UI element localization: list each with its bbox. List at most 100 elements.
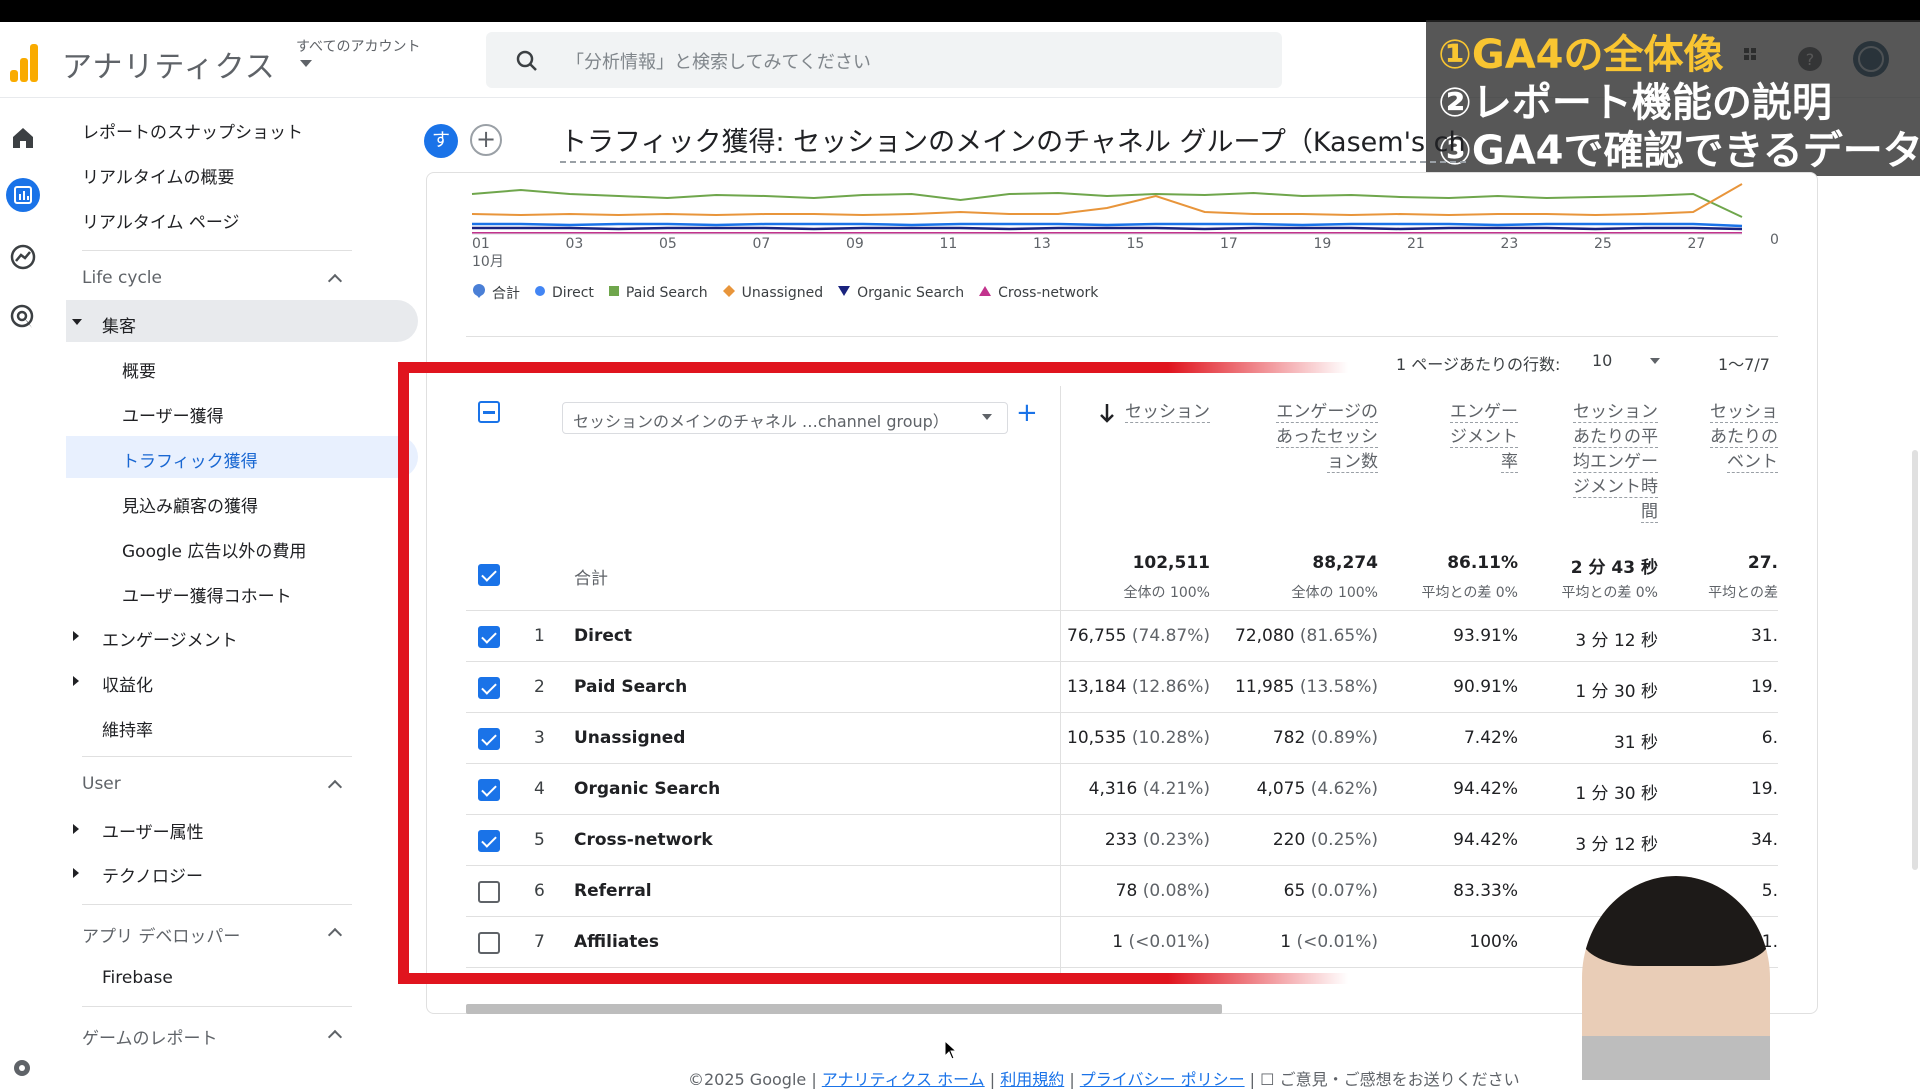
page-title[interactable]: トラフィック獲得: セッションのメインのチャネル グループ（Kasem's ch — [560, 120, 1466, 163]
app-title: アナリティクス — [62, 50, 276, 85]
metric-cell: 65 (0.07%) — [1284, 881, 1378, 901]
analytics-logo-icon[interactable] — [8, 42, 42, 82]
metric-cell: 782 (0.89%) — [1273, 728, 1378, 748]
sidebar-item-user-acquisition[interactable]: ユーザー獲得 — [122, 402, 224, 427]
metric-cell: 34. — [1751, 830, 1778, 850]
account-caret-icon[interactable] — [300, 60, 312, 67]
search-box[interactable]: 「分析情報」と検索してみてください — [486, 32, 1282, 88]
sidebar-divider — [82, 250, 352, 251]
vertical-scrollbar[interactable] — [1912, 450, 1918, 870]
column-header-text: エンゲージの — [1276, 402, 1378, 423]
column-header-text: ジメント時 — [1573, 477, 1658, 498]
legend-item[interactable]: Direct — [534, 285, 594, 301]
sidebar-item-engagement[interactable]: エンゲージメント — [102, 626, 238, 651]
metric-percent: (81.65%) — [1299, 626, 1378, 646]
caret-right-icon[interactable] — [73, 824, 79, 834]
total-value: 2 分 43 秒 — [1570, 558, 1658, 578]
explore-icon[interactable] — [10, 244, 36, 270]
sidebar-item-retention[interactable]: 維持率 — [102, 716, 153, 741]
metric-cell: 1 分 30 秒 — [1575, 779, 1658, 804]
rows-per-page-select[interactable]: 10 — [1592, 351, 1612, 370]
total-value: 27. — [1747, 553, 1778, 573]
page-footer: ©2025 Google | アナリティクス ホーム | 利用規約 | プライバ… — [688, 1070, 1520, 1089]
total-subtext: 平均との差 0% — [1421, 585, 1518, 601]
legend-item[interactable]: Paid Search — [608, 285, 708, 301]
comparison-avatar[interactable]: す — [424, 124, 458, 158]
metric-value: 7.42% — [1463, 728, 1518, 748]
metric-value: 93.91% — [1453, 626, 1518, 646]
metric-value: 65 — [1283, 881, 1306, 901]
sidebar-item-acq-overview[interactable]: 概要 — [122, 357, 156, 382]
column-header-text: ジメント — [1450, 427, 1518, 448]
metric-value: 34. — [1750, 830, 1778, 850]
metric-cell: 72,080 (81.65%) — [1235, 626, 1378, 646]
section-game-reports[interactable]: ゲームのレポート — [82, 1024, 218, 1049]
caret-right-icon[interactable] — [73, 676, 79, 686]
chart-x-tick: 21 — [1407, 236, 1425, 252]
reports-icon[interactable] — [6, 178, 40, 212]
total-subtext: 平均との差 — [1708, 585, 1778, 601]
sidebar-item-non-google-cost[interactable]: Google 広告以外の費用 — [122, 537, 306, 562]
chevron-up-icon[interactable] — [327, 273, 343, 289]
highlight-annotation-fade — [1168, 362, 1348, 373]
metric-cell: 4,075 (4.62%) — [1257, 779, 1378, 799]
metric-value: 1 — [1280, 932, 1292, 952]
section-user[interactable]: User — [82, 774, 121, 794]
metric-cell: 93.91% — [1453, 626, 1518, 646]
legend-item[interactable]: Unassigned — [722, 284, 823, 302]
sidebar-item-realtime-pages[interactable]: リアルタイム ページ — [82, 208, 240, 233]
metric-cell: 220 (0.25%) — [1273, 830, 1378, 850]
chart-x-tick: 25 — [1594, 236, 1612, 252]
sidebar-item-lead-acquisition[interactable]: 見込み顧客の獲得 — [122, 492, 258, 517]
advertising-icon[interactable] — [10, 304, 36, 330]
highlight-annotation-fade — [1168, 973, 1348, 984]
reports-sidebar: レポートのスナップショット リアルタイムの概要 リアルタイム ページ Life … — [56, 104, 418, 1080]
column-header[interactable]: エンゲー ジメント率 — [1450, 400, 1518, 475]
column-header-text: 間 — [1641, 502, 1658, 523]
presenter-webcam — [1582, 876, 1770, 1080]
metric-value: 94.42% — [1453, 779, 1518, 799]
section-app-developer[interactable]: アプリ デベロッパー — [82, 922, 240, 947]
column-header[interactable]: セッション あたりの平 均エンゲー ジメント時間 — [1573, 400, 1658, 525]
caret-right-icon[interactable] — [73, 868, 79, 878]
metric-cell: 31. — [1751, 626, 1778, 646]
section-lifecycle[interactable]: Life cycle — [82, 268, 162, 288]
settings-gear-icon[interactable] — [10, 1056, 34, 1080]
metric-value: 1 分 30 秒 — [1575, 682, 1658, 702]
chart-x-tick: 13 — [1033, 236, 1051, 252]
home-icon[interactable] — [10, 126, 36, 150]
rows-per-page-caret-icon[interactable] — [1650, 358, 1660, 364]
search-placeholder: 「分析情報」と検索してみてください — [566, 52, 871, 73]
sidebar-item-traffic-acquisition[interactable]: トラフィック獲得 — [122, 447, 258, 472]
metric-cell: 7.42% — [1464, 728, 1518, 748]
caret-right-icon[interactable] — [73, 631, 79, 641]
legend-item[interactable]: Organic Search — [837, 285, 964, 301]
chevron-up-icon[interactable] — [327, 927, 343, 943]
add-comparison-button[interactable]: + — [470, 124, 502, 156]
account-selector[interactable]: すべてのアカウント — [296, 36, 420, 56]
legend-label: 合計 — [492, 286, 520, 302]
chevron-up-icon[interactable] — [327, 779, 343, 795]
table-toolbar-divider — [466, 336, 1778, 337]
sidebar-item-firebase[interactable]: Firebase — [102, 968, 173, 988]
column-header[interactable]: セッショ あたりの ベント — [1710, 400, 1778, 475]
metric-percent: (0.89%) — [1310, 728, 1378, 748]
sidebar-item-realtime-overview[interactable]: リアルタイムの概要 — [82, 163, 235, 188]
metric-cell: 90.91% — [1453, 677, 1518, 697]
legend-item[interactable]: 合計 — [472, 283, 520, 303]
horizontal-scrollbar[interactable] — [466, 1004, 1222, 1014]
sidebar-item-acq-cohort[interactable]: ユーザー獲得コホート — [122, 582, 292, 607]
legend-item[interactable]: Cross-network — [978, 285, 1098, 301]
sidebar-item-snapshot[interactable]: レポートのスナップショット — [82, 118, 303, 143]
legend-label: Cross-network — [998, 285, 1099, 301]
sidebar-item-monetization[interactable]: 収益化 — [102, 671, 153, 696]
column-header[interactable]: エンゲージの あったセッシ ョン数 — [1276, 400, 1378, 475]
caret-down-icon[interactable] — [72, 319, 82, 325]
chevron-up-icon[interactable] — [327, 1029, 343, 1045]
metric-value: 19. — [1750, 779, 1778, 799]
highlight-annotation-box — [398, 362, 1168, 984]
sidebar-item-acquisition[interactable]: 集客 — [102, 312, 136, 337]
sidebar-item-user-attributes[interactable]: ユーザー属性 — [102, 818, 204, 843]
legend-marker-icon — [978, 285, 992, 301]
sidebar-item-technology[interactable]: テクノロジー — [102, 862, 203, 887]
